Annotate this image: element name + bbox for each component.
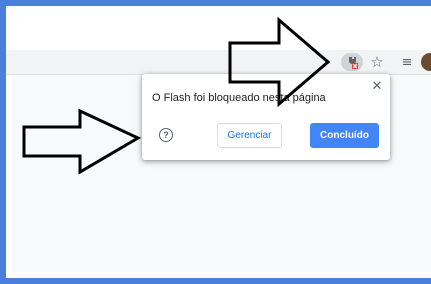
annotation-arrows [22, 16, 331, 175]
arrow-right-icon [22, 108, 142, 175]
arrow-right-icon [228, 16, 331, 108]
